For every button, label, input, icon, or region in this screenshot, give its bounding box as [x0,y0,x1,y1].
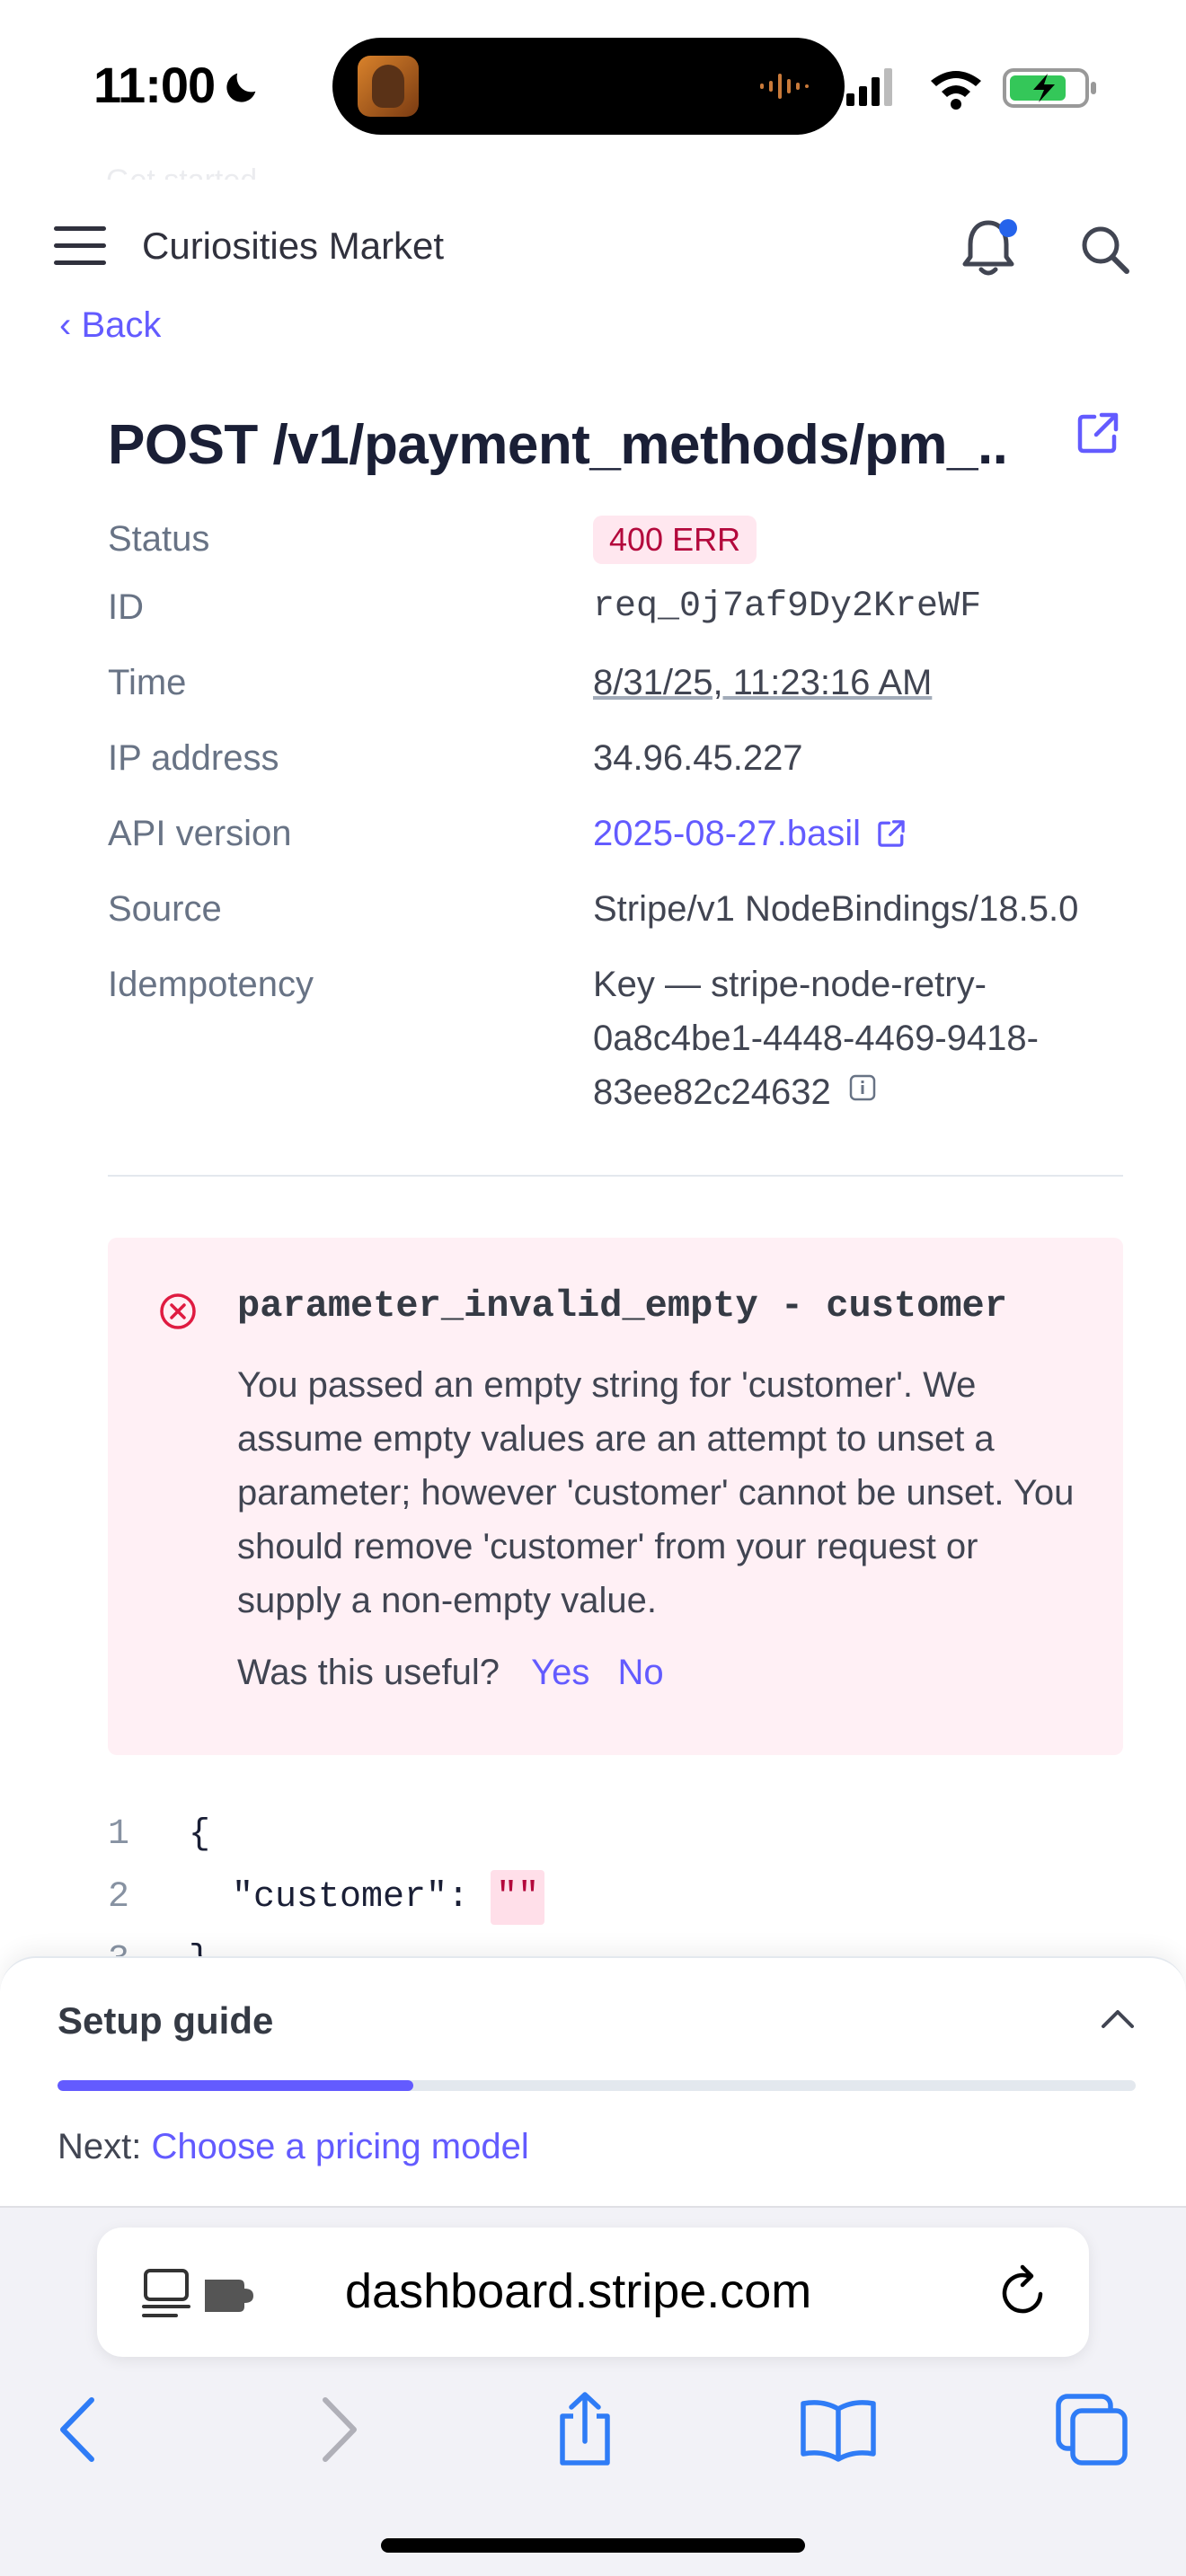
source-value: Stripe/v1 NodeBindings/18.5.0 [593,889,1079,929]
request-title: POST /v1/payment_methods/pm_... [108,414,1006,476]
search-icon[interactable] [1078,223,1132,277]
code-string-highlight: "" [491,1870,545,1925]
browser-back-icon[interactable] [40,2389,120,2470]
idempotency-label: Idempotency [108,965,314,1004]
code-text: { [189,1814,211,1855]
reload-icon[interactable] [997,2263,1051,2321]
feedback-yes-button[interactable]: Yes [531,1653,589,1692]
signal-icon [846,68,892,106]
api-version-value: 2025-08-27.basil [593,814,861,853]
feedback-no-button[interactable]: No [618,1653,664,1692]
code-line: 2 "customer": "" [108,1870,1123,1940]
back-link[interactable]: ‹ Back [59,305,161,343]
ip-address: 34.96.45.227 [593,738,803,778]
api-version-label: API version [108,814,292,853]
menu-icon[interactable] [54,226,106,268]
ip-label: IP address [108,738,279,778]
status-time: 11:00 [93,57,216,113]
chevron-up-icon[interactable] [1098,1999,1137,2039]
status-indicators [846,68,1096,110]
share-icon[interactable] [544,2389,625,2470]
moon-icon [226,73,256,102]
error-panel: parameter_invalid_empty - customer You p… [108,1238,1123,1755]
idempotency-line-1: Key — stripe-node-retry- [593,965,987,1004]
source-label: Source [108,889,222,929]
notifications-bell-icon[interactable] [958,216,1019,280]
tabs-icon[interactable] [1051,2389,1132,2470]
idempotency-value: Key — stripe-node-retry- 0a8c4be1-4448-4… [593,957,1039,1119]
battery-icon [1003,68,1096,108]
time-label: Time [108,663,187,702]
api-version-link[interactable]: 2025-08-27.basil [593,807,907,860]
home-indicator [381,2538,805,2553]
code-key: "customer": [189,1877,491,1918]
idempotency-line-3: 83ee82c24632 [593,1072,831,1112]
setup-next-step: Next: Choose a pricing model [58,2127,529,2167]
setup-progress-bar [58,2080,1136,2091]
external-link-icon [878,820,905,847]
error-message: You passed an empty string for 'customer… [237,1365,1075,1620]
external-link-icon[interactable] [1075,410,1121,456]
setup-guide-panel[interactable]: Setup guide Next: Choose a pricing model [0,1956,1186,2208]
feedback-prompt: Was this useful? Yes No [237,1653,664,1693]
dynamic-island [332,38,845,135]
info-icon[interactable] [848,1073,877,1102]
now-playing-app-icon [358,56,419,117]
id-label: ID [108,587,144,627]
bookmarks-icon[interactable] [798,2389,879,2470]
address-bar[interactable]: dashboard.stripe.com [97,2228,1089,2357]
setup-progress-fill [58,2080,413,2091]
wifi-icon [931,71,981,110]
status-label: Status [108,519,210,559]
line-number: 2 [108,1877,130,1918]
feedback-question: Was this useful? [237,1653,500,1692]
next-prefix: Next: [58,2127,142,2166]
code-text: "customer": "" [189,1870,545,1925]
error-code: parameter_invalid_empty - customer [237,1284,1007,1328]
browser-forward-icon[interactable] [296,2389,377,2470]
code-line: 1 { [108,1814,1123,1877]
next-step-link[interactable]: Choose a pricing model [151,2127,528,2166]
url-text[interactable]: dashboard.stripe.com [345,2263,811,2319]
status-badge: 400 ERR [593,516,757,564]
page-menu-icon[interactable] [140,2267,257,2321]
audio-wave-icon [760,74,809,99]
back-label: Back [81,305,162,343]
request-id[interactable]: req_0j7af9Dy2KreWF [593,580,981,634]
request-time[interactable]: 8/31/25, 11:23:16 AM [593,656,932,710]
error-circle-icon [160,1293,196,1329]
line-number: 1 [108,1814,130,1855]
setup-guide-title: Setup guide [58,1999,274,2042]
idempotency-line-2: 0a8c4be1-4448-4469-9418- [593,1019,1039,1058]
account-name[interactable]: Curiosities Market [142,225,444,268]
section-divider [108,1175,1123,1177]
status-bar: 11:00 [0,0,1186,171]
